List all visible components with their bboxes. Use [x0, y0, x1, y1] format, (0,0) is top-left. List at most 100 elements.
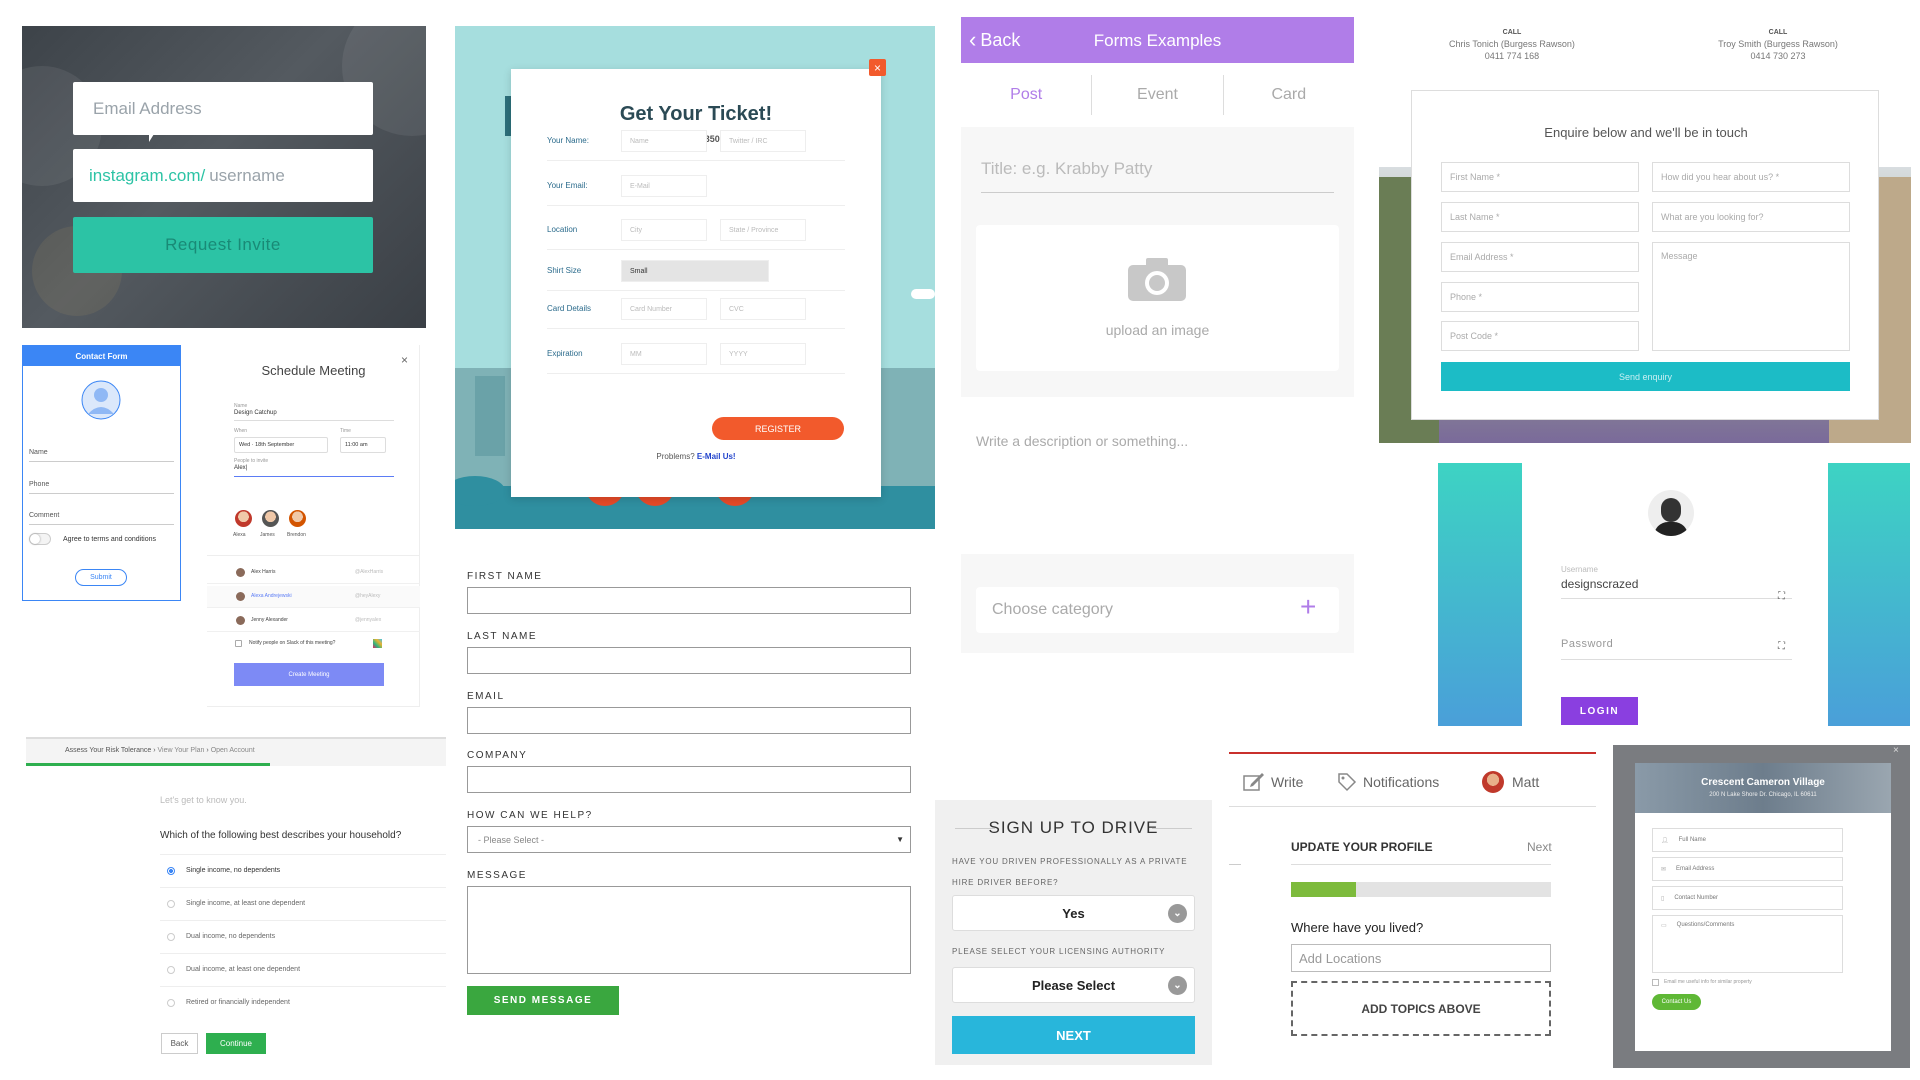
first-name-input[interactable] — [467, 587, 911, 614]
submit-button[interactable]: Submit — [75, 569, 127, 586]
q1-value: Yes — [1062, 905, 1085, 921]
post-code-field[interactable]: Post Code * — [1441, 321, 1639, 351]
q1-select[interactable]: Yes ⌄ — [952, 895, 1195, 931]
date-select[interactable]: Wed · 18th September — [234, 437, 328, 453]
register-button[interactable]: REGISTER — [712, 417, 844, 440]
tab-post[interactable]: Post — [961, 75, 1093, 115]
title-input[interactable]: Title: e.g. Krabby Patty — [981, 159, 1334, 193]
meeting-name-input[interactable]: Design Catchup — [234, 410, 394, 421]
ticket-field[interactable]: E-Mail — [621, 175, 707, 197]
mail-icon: ✉ — [1661, 866, 1667, 873]
notifications-tab[interactable]: Notifications — [1337, 772, 1439, 792]
radio-button[interactable] — [167, 966, 175, 974]
comment-input[interactable] — [29, 524, 174, 525]
q1-label: HAVE YOU DRIVEN PROFESSIONALLY AS A PRIV… — [952, 857, 1188, 887]
close-icon[interactable]: × — [869, 59, 886, 76]
next-link[interactable]: Next — [1527, 840, 1552, 854]
close-icon[interactable]: × — [401, 353, 408, 367]
name-input[interactable] — [29, 461, 174, 462]
help-label: HOW CAN WE HELP? — [467, 810, 593, 821]
profile-progress-fill — [1291, 882, 1356, 897]
notify-checkbox[interactable] — [235, 640, 242, 647]
create-meeting-button[interactable]: Create Meeting — [234, 663, 384, 686]
locations-input[interactable]: Add Locations — [1291, 944, 1551, 972]
radio-button[interactable] — [167, 933, 175, 941]
terms-toggle[interactable] — [29, 533, 51, 545]
radio-button[interactable] — [167, 999, 175, 1007]
ticket-field[interactable]: City — [621, 219, 707, 241]
invite-input[interactable]: Alex| — [234, 465, 394, 477]
meeting-title: Schedule Meeting — [261, 363, 366, 378]
password-input[interactable]: Password — [1561, 638, 1792, 660]
radio-button[interactable] — [167, 900, 175, 908]
drive-title: SIGN UP TO DRIVE — [988, 818, 1159, 837]
upload-area[interactable]: upload an image — [976, 225, 1339, 371]
optin-checkbox[interactable] — [1652, 979, 1659, 986]
company-input[interactable] — [467, 766, 911, 793]
ticket-field[interactable]: YYYY — [720, 343, 806, 365]
ticket-field[interactable]: Name — [621, 130, 707, 152]
radio-button[interactable] — [167, 867, 175, 875]
q2-select[interactable]: Please Select ⌄ — [952, 967, 1195, 1003]
instagram-input[interactable]: instagram.com/ username — [73, 149, 373, 202]
last-name-field[interactable]: Last Name * — [1441, 202, 1639, 232]
top-border — [1229, 752, 1596, 754]
call1-phone[interactable]: 0411 774 168 — [1379, 51, 1645, 61]
email-us-link[interactable]: E-Mail Us! — [697, 452, 736, 461]
last-name-input[interactable] — [467, 647, 911, 674]
radio-label: Dual income, at least one dependent — [186, 966, 301, 973]
send-enquiry-button[interactable]: Send enquiry — [1441, 362, 1850, 391]
email-input[interactable]: Email Address — [73, 82, 373, 135]
send-message-button[interactable]: SEND MESSAGE — [467, 986, 619, 1015]
tab-card[interactable]: Card — [1224, 75, 1354, 115]
ticket-title: Get Your Ticket! — [619, 103, 773, 125]
breadcrumb-step-1[interactable]: Assess Your Risk Tolerance — [65, 747, 151, 754]
description-input[interactable]: Write a description or something... — [961, 397, 1354, 554]
hear-about-select[interactable]: How did you hear about us? * — [1652, 162, 1850, 192]
category-select[interactable]: Choose category + — [976, 587, 1339, 633]
request-invite-button[interactable]: Request Invite — [73, 217, 373, 273]
email-field[interactable]: ✉ Email Address — [1652, 857, 1843, 881]
first-name-field[interactable]: First Name * — [1441, 162, 1639, 192]
phone-field[interactable]: Phone * — [1441, 282, 1639, 312]
ticket-field[interactable]: Twitter / IRC — [720, 130, 806, 152]
help-select[interactable]: - Please Select - ▼ — [467, 826, 911, 853]
write-tab[interactable]: Write — [1243, 772, 1303, 792]
breadcrumb-step-2[interactable]: View Your Plan — [157, 747, 204, 754]
email-input[interactable] — [467, 707, 911, 734]
close-icon[interactable]: × — [1893, 745, 1899, 756]
schedule-meeting-panel: Schedule Meeting × Name Design Catchup W… — [207, 345, 420, 707]
ticket-field[interactable]: CVC — [720, 298, 806, 320]
message-textarea[interactable] — [467, 886, 911, 974]
ticket-field[interactable]: State / Province — [720, 219, 806, 241]
message-field[interactable]: Message — [1652, 242, 1850, 351]
full-name-field[interactable]: 👤︎ Full Name — [1652, 828, 1843, 852]
contact-number-field[interactable]: ▯ Contact Number — [1652, 886, 1843, 910]
next-button[interactable]: NEXT — [952, 1016, 1195, 1054]
phone-input[interactable] — [29, 493, 174, 494]
lived-question: Where have you lived? — [1291, 920, 1424, 935]
user-menu[interactable]: Matt — [1482, 771, 1539, 793]
shirt-size-select[interactable]: Small — [621, 260, 769, 282]
breadcrumb-step-3[interactable]: Open Account — [211, 747, 255, 754]
gradient-bar-left — [1438, 463, 1522, 726]
enquiry-card: Enquire below and we'll be in touch Firs… — [1411, 90, 1879, 420]
username-input[interactable]: designscrazed — [1561, 577, 1792, 599]
topics-dropzone[interactable]: ADD TOPICS ABOVE — [1291, 981, 1551, 1036]
continue-button[interactable]: Continue — [206, 1033, 266, 1054]
ticket-field[interactable]: MM — [621, 343, 707, 365]
invitee-name: Brendon — [287, 532, 306, 538]
contact-us-button[interactable]: Contact Us — [1652, 994, 1701, 1010]
ticket-field[interactable]: Card Number — [621, 298, 707, 320]
time-select[interactable]: 11:00 am — [340, 437, 386, 453]
back-button[interactable]: Back — [161, 1033, 198, 1054]
call2-phone[interactable]: 0414 730 273 — [1645, 51, 1911, 61]
login-button[interactable]: LOGIN — [1561, 697, 1638, 725]
looking-for-select[interactable]: What are you looking for? — [1652, 202, 1850, 232]
tab-event[interactable]: Event — [1092, 75, 1224, 115]
questions-field[interactable]: ▭ Questions/Comments — [1652, 915, 1843, 973]
ticket-row-label: Card Details — [547, 304, 592, 313]
email-field[interactable]: Email Address * — [1441, 242, 1639, 272]
notifications-label: Notifications — [1363, 774, 1440, 790]
plus-icon[interactable]: + — [1300, 591, 1316, 623]
